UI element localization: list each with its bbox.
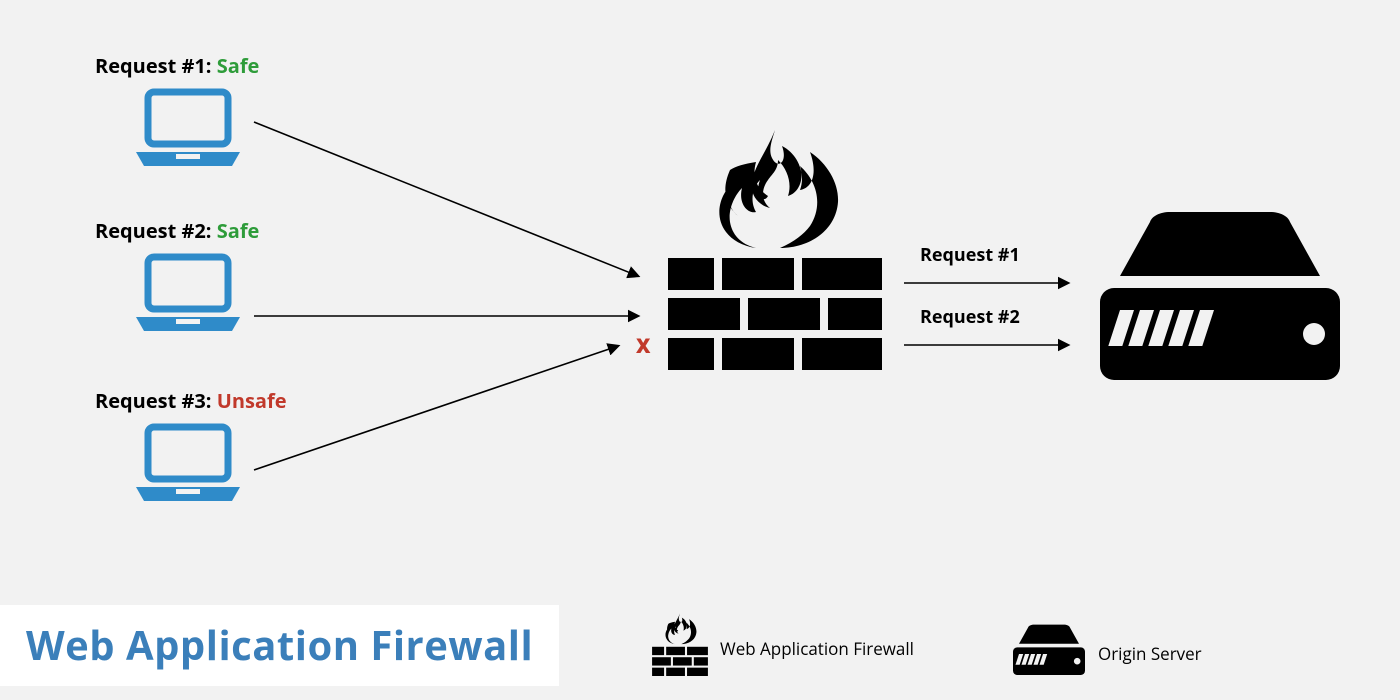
server-icon xyxy=(1090,210,1350,395)
arrow-req3-to-waf xyxy=(250,330,630,480)
arrow-req2-to-waf xyxy=(250,300,650,330)
laptop-2-icon xyxy=(128,251,248,346)
firewall-icon xyxy=(660,130,890,385)
request-2-label: Request #2: Safe xyxy=(95,217,259,244)
legend-origin-label: Origin Server xyxy=(1098,642,1202,665)
diagram-title: Web Application Firewall xyxy=(26,617,533,672)
request-3-prefix: Request #3: xyxy=(95,387,217,414)
pass-req2-label: Request #2 xyxy=(920,305,1020,329)
legend-waf: Web Application Firewall xyxy=(650,613,914,684)
request-2-prefix: Request #2: xyxy=(95,217,217,244)
legend-firewall-icon xyxy=(650,613,710,684)
arrow-waf-to-server-1 xyxy=(900,268,1080,298)
arrow-req1-to-waf xyxy=(250,118,650,288)
request-1-prefix: Request #1: xyxy=(95,52,217,79)
title-banner: Web Application Firewall xyxy=(0,605,559,686)
arrow-waf-to-server-2 xyxy=(900,330,1080,360)
request-1-status: Safe xyxy=(217,52,260,79)
legend-waf-label: Web Application Firewall xyxy=(720,637,914,660)
laptop-1-icon xyxy=(128,86,248,181)
request-1-label: Request #1: Safe xyxy=(95,52,259,79)
legend-origin: Origin Server xyxy=(1010,623,1202,684)
blocked-marker: X xyxy=(636,332,650,359)
legend-server-icon xyxy=(1010,623,1088,684)
pass-req1-label: Request #1 xyxy=(920,243,1020,267)
laptop-3-icon xyxy=(128,421,248,516)
